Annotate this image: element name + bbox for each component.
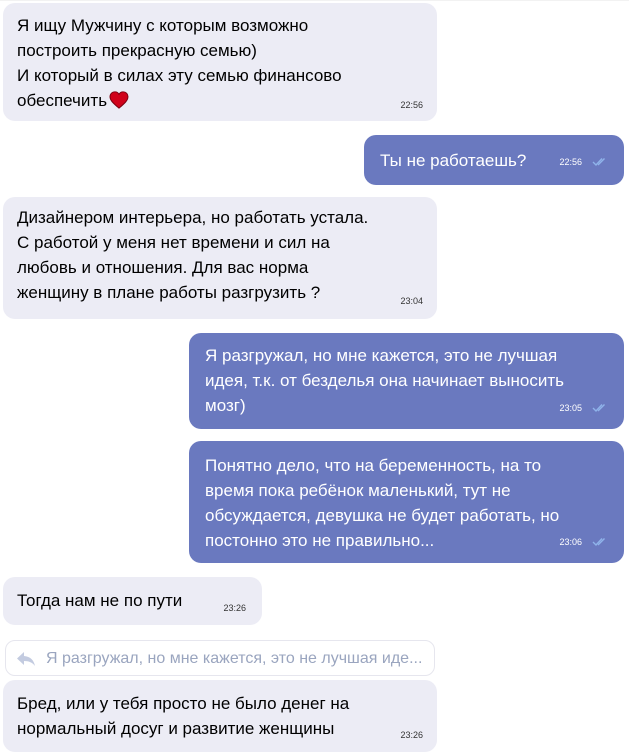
message-text: Дизайнером интерьера, но работать устала… <box>17 208 369 302</box>
message-incoming[interactable]: Я ищу Мужчину с которым возможно построи… <box>3 3 437 121</box>
message-time: 23:06 <box>559 537 582 547</box>
message-time: 23:05 <box>559 403 582 413</box>
heart-icon <box>109 91 129 109</box>
read-check-icon <box>592 538 605 547</box>
message-time: 22:56 <box>400 100 423 110</box>
top-divider <box>0 0 629 1</box>
message-time: 23:26 <box>400 730 423 740</box>
message-incoming[interactable]: Тогда нам не по пути 23:26 <box>3 577 262 625</box>
message-outgoing[interactable]: Ты не работаешь? 22:56 <box>364 135 624 185</box>
message-text: Бред, или у тебя просто не было денег на… <box>17 694 350 738</box>
message-outgoing[interactable]: Я разгружал, но мне кажется, это не лучш… <box>189 333 624 429</box>
reply-preview-text: Я разгружал, но мне кажется, это не лучш… <box>46 650 423 667</box>
message-incoming[interactable]: Бред, или у тебя просто не было денег на… <box>3 680 437 752</box>
read-check-icon <box>592 158 605 167</box>
message-text: Я ищу Мужчину с которым возможно построи… <box>17 16 342 110</box>
read-check-icon <box>592 404 605 413</box>
message-time: 23:04 <box>400 296 423 306</box>
message-text: Ты не работаешь? <box>380 151 527 170</box>
message-text: Понятно дело, что на беременность, на то… <box>205 456 560 550</box>
message-time: 22:56 <box>559 157 582 167</box>
message-text: Я разгружал, но мне кажется, это не лучш… <box>205 346 565 415</box>
message-time: 23:26 <box>223 603 246 613</box>
reply-preview[interactable]: Я разгружал, но мне кажется, это не лучш… <box>5 640 435 676</box>
message-text: Тогда нам не по пути <box>17 591 183 610</box>
message-incoming[interactable]: Дизайнером интерьера, но работать устала… <box>3 197 437 319</box>
reply-arrow-icon <box>17 652 35 666</box>
message-outgoing[interactable]: Понятно дело, что на беременность, на то… <box>189 441 624 563</box>
